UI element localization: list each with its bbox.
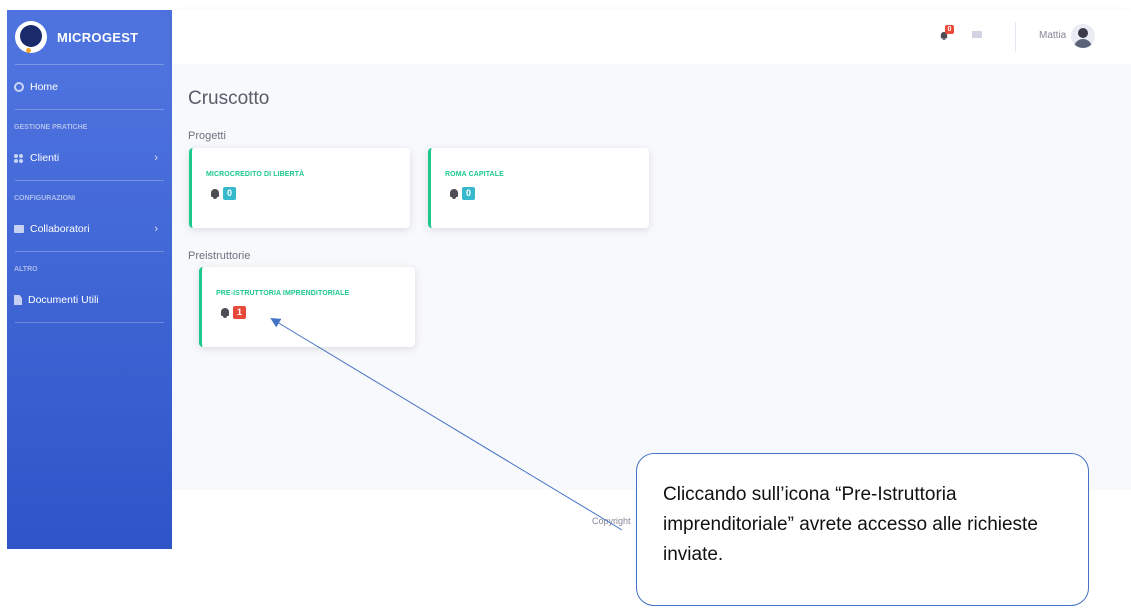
notification-count-badge: 0 — [945, 25, 954, 34]
sidebar-section-title: CONFIGURAZIONI — [14, 195, 76, 202]
divider — [1015, 22, 1016, 52]
chevron-right-icon: › — [154, 152, 158, 164]
card-title: ROMA CAPITALE — [445, 171, 504, 178]
bell-icon — [210, 188, 220, 199]
bell-icon — [449, 188, 459, 199]
username[interactable]: Mattia — [1039, 30, 1066, 41]
notifications-button[interactable]: 0 — [939, 25, 954, 46]
dashboard-icon — [14, 82, 24, 92]
card-meta: 1 — [220, 306, 246, 319]
topbar: 0 Mattia — [172, 10, 1131, 64]
envelope-icon[interactable] — [972, 31, 982, 38]
chevron-right-icon: › — [154, 223, 158, 235]
annotation-callout: Cliccando sull’icona “Pre-Istruttoria im… — [636, 453, 1089, 606]
footer-copyright: Copyright — [592, 516, 631, 526]
card-meta: 0 — [449, 187, 475, 200]
sidebar-item-label: Documenti Utili — [28, 294, 99, 306]
screen: MICROGEST Home GESTIONE PRATICHE Clienti… — [0, 0, 1131, 615]
logo-icon — [15, 21, 47, 53]
sidebar: MICROGEST Home GESTIONE PRATICHE Clienti… — [7, 10, 172, 549]
sidebar-section-title: ALTRO — [14, 266, 38, 273]
sidebar-item-collaboratori[interactable]: Collaboratori › — [7, 207, 172, 251]
main-content: Cruscotto Progetti MICROCREDITO DI LIBER… — [172, 64, 1131, 490]
folder-icon — [14, 225, 24, 233]
card-meta: 0 — [210, 187, 236, 200]
brand[interactable]: MICROGEST — [7, 10, 172, 64]
preistruttoria-card[interactable]: PRE-ISTRUTTORIA IMPRENDITORIALE 1 — [199, 267, 415, 347]
bell-icon — [220, 307, 230, 318]
brand-name: MICROGEST — [57, 29, 139, 45]
project-card[interactable]: ROMA CAPITALE 0 — [428, 148, 649, 228]
page-title: Cruscotto — [188, 88, 270, 109]
card-title: PRE-ISTRUTTORIA IMPRENDITORIALE — [216, 290, 350, 297]
card-title: MICROCREDITO DI LIBERTÀ — [206, 171, 305, 178]
file-icon — [14, 295, 22, 305]
avatar[interactable] — [1071, 24, 1095, 48]
sidebar-item-label: Home — [30, 81, 59, 93]
users-icon — [14, 153, 24, 163]
count-badge: 1 — [233, 306, 246, 319]
sidebar-item-documenti-utili[interactable]: Documenti Utili — [7, 278, 172, 322]
count-badge: 0 — [223, 187, 236, 200]
group-title-preistruttorie: Preistruttorie — [188, 250, 251, 262]
sidebar-item-home[interactable]: Home — [7, 65, 172, 109]
sidebar-section-title: GESTIONE PRATICHE — [14, 124, 88, 131]
group-title-progetti: Progetti — [188, 130, 226, 142]
divider — [15, 322, 164, 323]
project-card[interactable]: MICROCREDITO DI LIBERTÀ 0 — [189, 148, 410, 228]
sidebar-item-label: Clienti — [30, 152, 60, 164]
sidebar-item-clienti[interactable]: Clienti › — [7, 136, 172, 180]
sidebar-item-label: Collaboratori — [30, 223, 90, 235]
count-badge: 0 — [462, 187, 475, 200]
